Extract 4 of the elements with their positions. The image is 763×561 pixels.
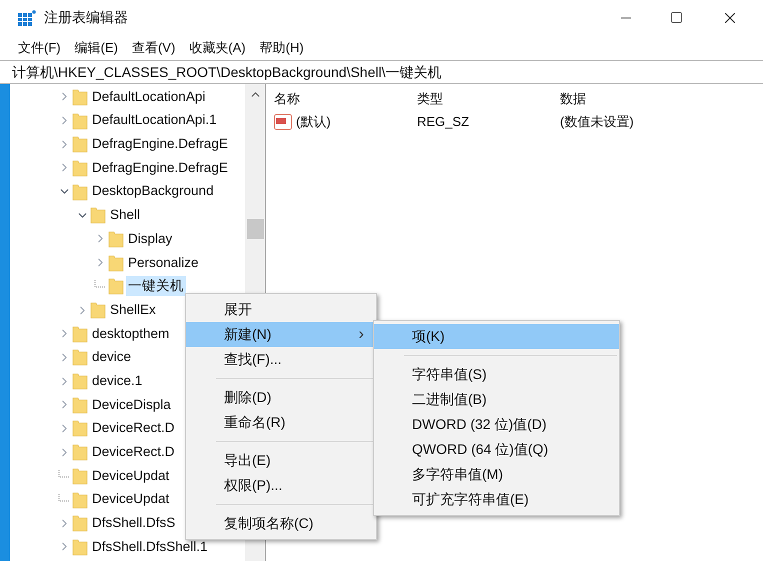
table-cell-text: (默认) xyxy=(296,113,331,132)
table-cell-text: (数值未设置) xyxy=(560,113,634,132)
table-cell-text: REG_SZ xyxy=(417,113,470,132)
window-title: 注册表编辑器 xyxy=(44,8,128,27)
